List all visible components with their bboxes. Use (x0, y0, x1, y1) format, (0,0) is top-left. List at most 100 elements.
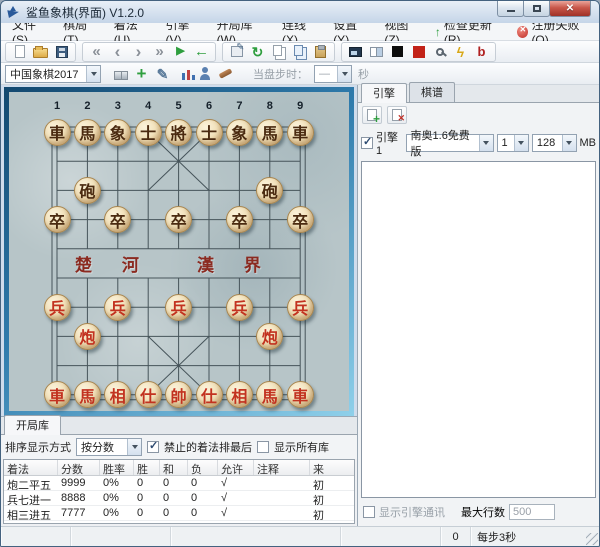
user-icon[interactable] (196, 66, 213, 82)
board-piece[interactable]: 兵 (165, 294, 192, 321)
engine-threads-combo[interactable]: 1 (497, 134, 529, 152)
max-lines-input[interactable] (509, 504, 555, 520)
board-piece[interactable]: 車 (44, 119, 71, 146)
board-piece[interactable]: 兵 (287, 294, 314, 321)
bold-b-icon[interactable]: b (473, 44, 490, 60)
board-piece[interactable]: 卒 (287, 206, 314, 233)
open-file-icon[interactable] (32, 44, 49, 60)
add-engine-icon[interactable] (362, 106, 382, 124)
board-piece[interactable]: 象 (104, 119, 131, 146)
column-header[interactable]: 注释 (254, 460, 310, 475)
edit-position-icon[interactable] (228, 44, 245, 60)
brush-icon[interactable] (217, 66, 234, 82)
board-piece[interactable]: 象 (226, 119, 253, 146)
play-icon[interactable]: ▶ (172, 44, 189, 60)
board-piece[interactable]: 士 (196, 119, 223, 146)
board-piece[interactable]: 車 (287, 381, 314, 408)
paste-icon[interactable] (312, 44, 329, 60)
titlebar[interactable]: 鲨鱼象棋(界面) V1.2.0 ✕ (1, 1, 599, 23)
close-button[interactable]: ✕ (549, 1, 591, 17)
engine-panel-tabs: 引擎棋谱 (358, 85, 599, 103)
rewind-icon[interactable]: « (88, 44, 105, 60)
save-file-icon[interactable] (53, 44, 70, 60)
engine-hash-combo[interactable]: 128 (532, 134, 577, 152)
board-piece[interactable]: 車 (287, 119, 314, 146)
board-piece[interactable]: 相 (226, 381, 253, 408)
black-square-icon[interactable] (389, 44, 406, 60)
board-piece[interactable]: 仕 (196, 381, 223, 408)
show-all-books-checkbox[interactable] (257, 441, 269, 453)
open-book-table: 着法分数胜率胜和负允许注释来 炮二平五99990%000√初兵七进一88880%… (3, 459, 355, 524)
maximize-button[interactable] (523, 1, 550, 17)
pencil-icon[interactable]: ✎ (154, 66, 171, 82)
board-piece[interactable]: 馬 (74, 381, 101, 408)
fast-forward-icon[interactable]: » (151, 44, 168, 60)
copy-page-icon[interactable] (270, 44, 287, 60)
board-piece[interactable]: 車 (44, 381, 71, 408)
board-piece[interactable]: 士 (135, 119, 162, 146)
step-forward-icon[interactable]: › (130, 44, 147, 60)
forbidden-moves-last-checkbox[interactable] (147, 441, 159, 453)
minimize-button[interactable] (497, 1, 524, 17)
tab-notation[interactable]: 棋谱 (409, 82, 455, 102)
sort-mode-combo[interactable]: 按分数 (76, 438, 142, 456)
board-piece[interactable]: 砲 (74, 177, 101, 204)
window-buttons: ✕ (498, 1, 591, 17)
board-piece[interactable]: 馬 (256, 119, 283, 146)
new-file-icon[interactable] (11, 44, 28, 60)
step-back-icon[interactable]: ‹ (109, 44, 126, 60)
library-combo[interactable]: 中国象棋2017 (5, 65, 101, 83)
table-cell: 0% (100, 491, 134, 505)
board-piece[interactable]: 炮 (256, 323, 283, 350)
table-row[interactable]: 兵七进一88880%000√初 (4, 491, 354, 506)
tab-engine[interactable]: 引擎 (361, 83, 407, 103)
show-engine-comm-label: 显示引擎通讯 (379, 504, 445, 520)
column-header[interactable]: 胜 (134, 460, 160, 475)
panel-view-icon[interactable] (368, 44, 385, 60)
board-piece[interactable]: 砲 (256, 177, 283, 204)
show-all-books-label: 显示所有库 (274, 439, 329, 455)
status-cell: 0 (441, 527, 471, 546)
engine-name-combo[interactable]: 南奥1.6免费版 (406, 134, 494, 152)
board-piece[interactable]: 馬 (74, 119, 101, 146)
board-piece[interactable]: 兵 (226, 294, 253, 321)
tab-open-book[interactable]: 开局库 (4, 415, 61, 435)
engine1-checkbox[interactable] (361, 137, 373, 149)
table-cell: 0 (134, 476, 160, 490)
table-row[interactable]: 相三进五77770%000√初 (4, 506, 354, 521)
column-header[interactable]: 和 (160, 460, 188, 475)
column-header[interactable]: 允许 (218, 460, 254, 475)
bar-chart-icon[interactable] (175, 66, 192, 82)
board-piece[interactable]: 卒 (165, 206, 192, 233)
library-combo-value: 中国象棋2017 (10, 66, 78, 82)
show-engine-comm-checkbox[interactable] (363, 506, 375, 518)
table-row[interactable]: 炮二平五99990%000√初 (4, 476, 354, 491)
window-view-icon[interactable] (347, 44, 364, 60)
board-piece[interactable]: 炮 (74, 323, 101, 350)
remove-engine-icon[interactable] (387, 106, 407, 124)
board-piece[interactable]: 卒 (44, 206, 71, 233)
open-book-icon[interactable] (112, 66, 129, 82)
add-new-icon[interactable]: + (133, 66, 150, 82)
copy-board-icon[interactable] (291, 44, 308, 60)
column-header[interactable]: 分数 (58, 460, 100, 475)
resize-grip[interactable] (586, 533, 598, 545)
column-header[interactable]: 负 (188, 460, 218, 475)
board-piece[interactable]: 兵 (104, 294, 131, 321)
refresh-icon[interactable]: ↻ (249, 44, 266, 60)
xiangqi-board[interactable]: 楚 河 漢 界 123456789車馬象士將士象馬車砲砲卒卒卒卒卒兵兵兵兵兵炮炮… (9, 92, 349, 411)
column-header[interactable]: 着法 (4, 460, 58, 475)
step-time-combo[interactable]: — (314, 65, 352, 83)
board-piece[interactable]: 卒 (226, 206, 253, 233)
window-title: 鲨鱼象棋(界面) V1.2.0 (26, 4, 144, 21)
board-piece[interactable]: 仕 (135, 381, 162, 408)
error-icon (517, 26, 528, 38)
magnifier-icon[interactable] (431, 44, 448, 60)
red-square-icon[interactable] (410, 44, 427, 60)
lightning-icon[interactable]: ϟ (452, 44, 469, 60)
column-header[interactable]: 胜率 (100, 460, 134, 475)
takeback-icon[interactable]: ← (193, 44, 210, 60)
board-piece[interactable]: 兵 (44, 294, 71, 321)
column-header[interactable]: 来 (310, 460, 354, 475)
board-piece[interactable]: 將 (165, 119, 192, 146)
